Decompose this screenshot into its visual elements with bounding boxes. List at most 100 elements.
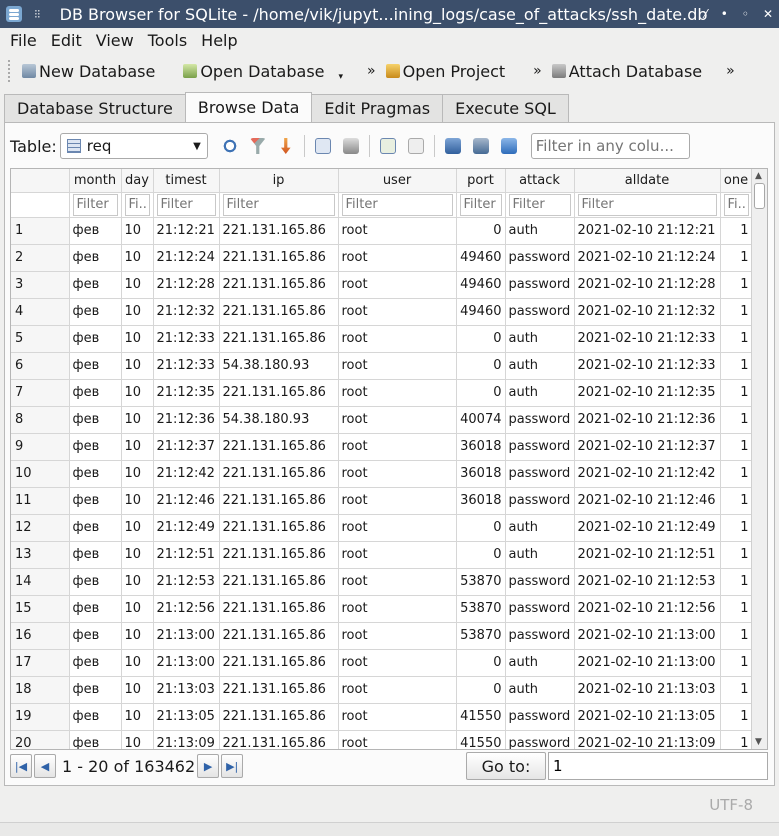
cell-timest[interactable]: 21:12:33	[153, 325, 220, 353]
table-row[interactable]: 20 фев 10 21:13:09 221.131.165.86 root 41550 pa…	[11, 730, 753, 749]
go-to-button[interactable]: Go to:	[466, 752, 546, 780]
cell-day[interactable]: 10	[121, 730, 154, 749]
cell-user[interactable]: root	[338, 514, 457, 542]
cell-user[interactable]: root	[338, 595, 457, 623]
cell-attack[interactable]: auth	[505, 676, 575, 704]
cell-alldate[interactable]: 2021-02-10 21:12:49	[574, 514, 721, 542]
column-header-day[interactable]: day	[121, 169, 154, 193]
cell-timest[interactable]: 21:12:46	[153, 487, 220, 515]
cell-month[interactable]: фев	[69, 271, 122, 299]
filter-port-input[interactable]	[459, 193, 502, 216]
cell-ip[interactable]: 221.131.165.86	[219, 244, 339, 272]
cell-port[interactable]: 49460	[456, 271, 506, 299]
cell-port[interactable]: 53870	[456, 595, 506, 623]
data-grid[interactable]: month day timest ip user port attack all…	[10, 168, 768, 750]
cell-day[interactable]: 10	[121, 568, 154, 596]
cell-attack[interactable]: auth	[505, 352, 575, 380]
cell-timest[interactable]: 21:12:33	[153, 352, 220, 380]
filter-month-input[interactable]	[72, 193, 118, 216]
table-select[interactable]: req ▼	[59, 133, 208, 159]
cell-timest[interactable]: 21:13:00	[153, 649, 220, 677]
cell-alldate[interactable]: 2021-02-10 21:13:00	[574, 649, 721, 677]
row-header[interactable]: 5	[11, 325, 70, 353]
cell-one[interactable]: 1	[720, 703, 753, 731]
cell-port[interactable]: 36018	[456, 487, 506, 515]
table-row[interactable]: 2 фев 10 21:12:24 221.131.165.86 root 49460 pas…	[11, 244, 753, 272]
row-header[interactable]: 11	[11, 487, 70, 515]
cell-attack[interactable]: auth	[505, 325, 575, 353]
menu-view[interactable]: View	[96, 31, 134, 50]
cell-alldate[interactable]: 2021-02-10 21:13:03	[574, 676, 721, 704]
window-grip-icon[interactable]: ⁝⁝	[34, 7, 41, 21]
cell-user[interactable]: root	[338, 352, 457, 380]
cell-attack[interactable]: password	[505, 595, 575, 623]
cell-day[interactable]: 10	[121, 325, 154, 353]
cell-month[interactable]: фев	[69, 595, 122, 623]
row-header[interactable]: 8	[11, 406, 70, 434]
cell-alldate[interactable]: 2021-02-10 21:13:05	[574, 703, 721, 731]
menu-help[interactable]: Help	[201, 31, 237, 50]
cell-timest[interactable]: 21:13:05	[153, 703, 220, 731]
cell-month[interactable]: фев	[69, 460, 122, 488]
cell-alldate[interactable]: 2021-02-10 21:12:53	[574, 568, 721, 596]
row-header[interactable]: 20	[11, 730, 70, 749]
cell-alldate[interactable]: 2021-02-10 21:12:35	[574, 379, 721, 407]
cell-port[interactable]: 41550	[456, 703, 506, 731]
cell-day[interactable]: 10	[121, 649, 154, 677]
toolbar-overflow-icon[interactable]: »	[533, 63, 542, 79]
cell-attack[interactable]: password	[505, 433, 575, 461]
cell-port[interactable]: 41550	[456, 730, 506, 749]
column-header-user[interactable]: user	[338, 169, 457, 193]
row-header[interactable]: 6	[11, 352, 70, 380]
column-header-alldate[interactable]: alldate	[574, 169, 721, 193]
cell-port[interactable]: 0	[456, 325, 506, 353]
cell-month[interactable]: фев	[69, 541, 122, 569]
cell-timest[interactable]: 21:12:51	[153, 541, 220, 569]
row-header[interactable]: 4	[11, 298, 70, 326]
row-header[interactable]: 9	[11, 433, 70, 461]
row-header[interactable]: 18	[11, 676, 70, 704]
column-header-ip[interactable]: ip	[219, 169, 339, 193]
cell-port[interactable]: 0	[456, 217, 506, 245]
cell-one[interactable]: 1	[720, 676, 753, 704]
cell-day[interactable]: 10	[121, 406, 154, 434]
cell-month[interactable]: фев	[69, 325, 122, 353]
minimize-icon[interactable]: •	[721, 7, 728, 21]
cell-month[interactable]: фев	[69, 487, 122, 515]
filter-attack-input[interactable]	[508, 193, 571, 216]
cell-ip[interactable]: 221.131.165.86	[219, 622, 339, 650]
cell-timest[interactable]: 21:12:42	[153, 460, 220, 488]
open-database-dropdown-icon[interactable]: ▾	[339, 72, 344, 82]
filter-one-input[interactable]	[723, 193, 749, 216]
insert-record-button[interactable]	[374, 133, 402, 159]
cell-day[interactable]: 10	[121, 244, 154, 272]
row-header[interactable]: 2	[11, 244, 70, 272]
column-header-timest[interactable]: timest	[153, 169, 220, 193]
vertical-scrollbar[interactable]: ▲ ▼	[751, 169, 767, 749]
filter-ip-input[interactable]	[222, 193, 335, 216]
cell-day[interactable]: 10	[121, 622, 154, 650]
cell-port[interactable]: 36018	[456, 433, 506, 461]
tab-execute-sql[interactable]: Execute SQL	[442, 94, 569, 122]
cell-user[interactable]: root	[338, 649, 457, 677]
cell-month[interactable]: фев	[69, 568, 122, 596]
last-record-button[interactable]: ▶|	[221, 754, 244, 778]
clear-filters-button[interactable]	[244, 133, 272, 159]
cell-ip[interactable]: 221.131.165.86	[219, 460, 339, 488]
cell-one[interactable]: 1	[720, 271, 753, 299]
delete-record-button[interactable]	[402, 133, 430, 159]
cell-day[interactable]: 10	[121, 487, 154, 515]
table-row[interactable]: 12 фев 10 21:12:49 221.131.165.86 root 0 auth 20…	[11, 514, 753, 542]
cell-attack[interactable]: password	[505, 298, 575, 326]
cell-timest[interactable]: 21:13:09	[153, 730, 220, 749]
cell-attack[interactable]: password	[505, 622, 575, 650]
cell-user[interactable]: root	[338, 622, 457, 650]
attach-database-button[interactable]: Attach Database	[548, 62, 706, 81]
cell-one[interactable]: 1	[720, 406, 753, 434]
cell-ip[interactable]: 221.131.165.86	[219, 568, 339, 596]
cell-user[interactable]: root	[338, 271, 457, 299]
row-header[interactable]: 1	[11, 217, 70, 245]
row-header[interactable]: 10	[11, 460, 70, 488]
row-header[interactable]: 17	[11, 649, 70, 677]
cell-ip[interactable]: 221.131.165.86	[219, 271, 339, 299]
